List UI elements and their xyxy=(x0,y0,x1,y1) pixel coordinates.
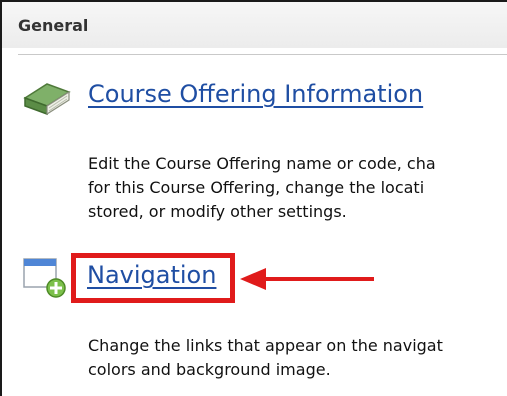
description-line: stored, or modify other settings. xyxy=(88,202,347,221)
general-settings-panel: General Course Offering Information Edit… xyxy=(0,0,507,396)
description-line: colors and background image. xyxy=(88,360,331,379)
description-line: Edit the Course Offering name or code, c… xyxy=(88,154,436,173)
course-offering-information-link[interactable]: Course Offering Information xyxy=(88,80,423,108)
navigation-description: Change the links that appear on the navi… xyxy=(88,334,507,382)
description-line: Change the links that appear on the navi… xyxy=(88,336,443,355)
navigation-window-add-icon xyxy=(23,258,66,298)
arrow-left-icon xyxy=(240,268,374,290)
course-offering-description: Edit the Course Offering name or code, c… xyxy=(88,152,507,224)
section-header: General xyxy=(2,2,507,48)
description-line: for this Course Offering, change the loc… xyxy=(88,178,425,197)
header-divider xyxy=(18,54,507,55)
section-title: General xyxy=(18,16,89,35)
highlight-box xyxy=(71,253,235,303)
book-icon xyxy=(23,83,71,116)
